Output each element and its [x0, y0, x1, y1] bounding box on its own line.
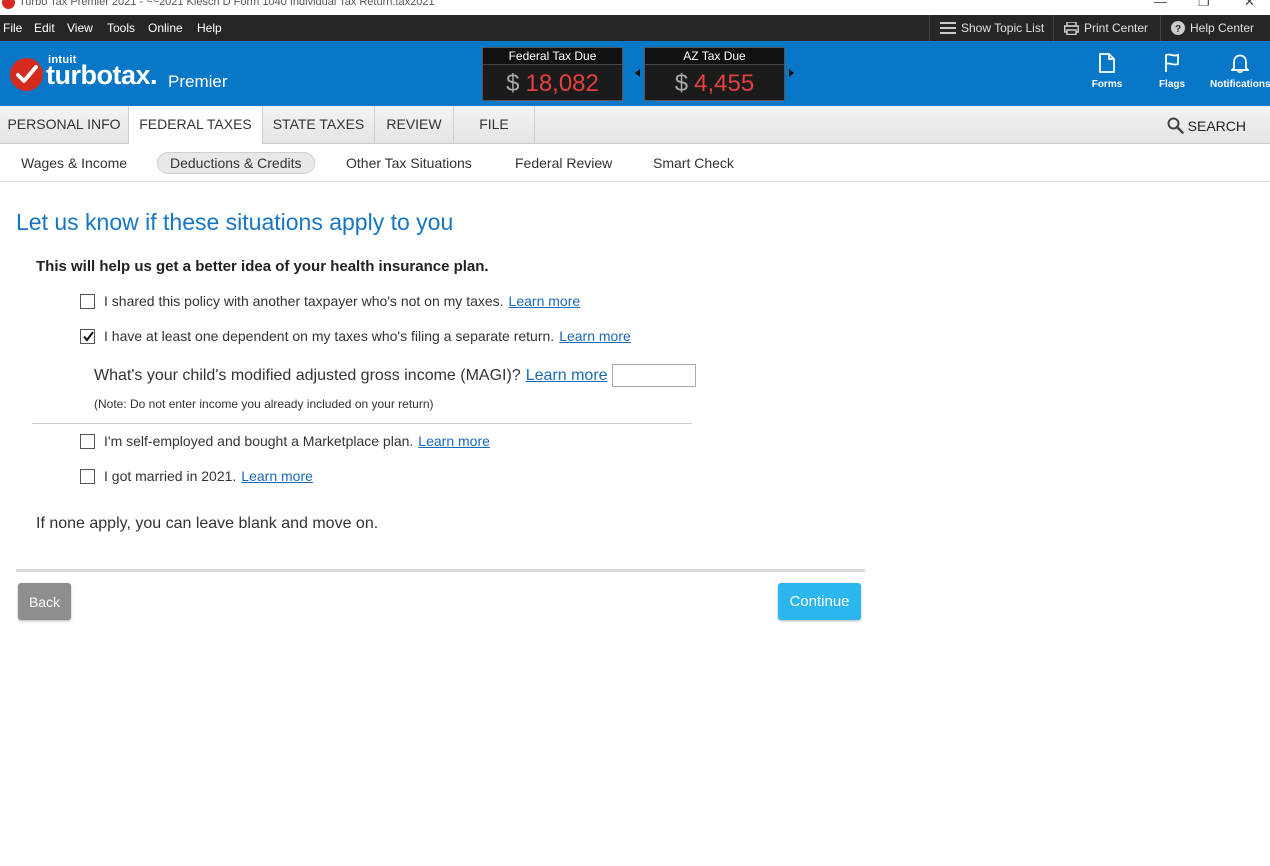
dependent-separate-return-label: I have at least one dependent on my taxe… — [104, 328, 555, 344]
help-icon: ? — [1171, 21, 1185, 35]
federal-currency: $ — [506, 70, 520, 97]
none-apply-text: If none apply, you can leave blank and m… — [36, 515, 379, 532]
shared-policy-checkbox[interactable] — [80, 293, 95, 309]
magi-question-row: What's your child's modified adjusted gr… — [94, 364, 696, 387]
subtab-other-tax-situations[interactable]: Other Tax Situations — [346, 153, 472, 175]
menu-online[interactable]: Online — [148, 21, 183, 35]
magi-learn-more-link[interactable]: Learn more — [526, 367, 608, 385]
got-married-label: I got married in 2021. — [104, 468, 237, 484]
print-center-button[interactable]: Print Center — [1053, 15, 1158, 41]
option-self-employed-marketplace[interactable]: I'm self-employed and bought a Marketpla… — [80, 433, 490, 449]
next-arrow-icon[interactable] — [789, 69, 794, 77]
sub-tabs: Wages & Income Deductions & Credits Othe… — [0, 144, 1270, 182]
notifications-button[interactable]: Notifications — [1210, 53, 1270, 90]
checkmark-icon — [83, 330, 94, 342]
continue-button[interactable]: Continue — [778, 583, 861, 620]
federal-tax-due-label: Federal Tax Due — [483, 48, 622, 65]
magi-input[interactable] — [611, 364, 696, 387]
federal-tax-due-amount: $18,082 — [483, 70, 622, 98]
magi-question-label: What's your child's modified adjusted gr… — [94, 366, 521, 384]
option-got-married[interactable]: I got married in 2021. Learn more — [80, 468, 313, 484]
prev-arrow-icon[interactable] — [635, 69, 640, 77]
subtab-smart-check[interactable]: Smart Check — [653, 153, 734, 175]
brand-name: turbotax — [46, 60, 151, 90]
show-topic-list-button[interactable]: Show Topic List — [929, 15, 1054, 41]
tab-federal-taxes[interactable]: FEDERAL TAXES — [129, 106, 263, 145]
window-title: Turbo Tax Premier 2021 - ~~2021 Klesch D… — [19, 0, 435, 8]
got-married-checkbox[interactable] — [80, 468, 95, 484]
brand-dot: . — [150, 60, 158, 90]
option-dependent-separate-return[interactable]: I have at least one dependent on my taxe… — [80, 328, 631, 344]
subtab-wages-income[interactable]: Wages & Income — [21, 153, 127, 175]
federal-amount-value: 18,082 — [525, 70, 599, 97]
flags-button[interactable]: Flags — [1142, 53, 1202, 90]
federal-tax-due-box[interactable]: Federal Tax Due $18,082 — [482, 47, 623, 101]
app-header: intuit turbotax. Premier Federal Tax Due… — [0, 41, 1270, 106]
self-employed-marketplace-label: I'm self-employed and bought a Marketpla… — [104, 433, 414, 449]
tab-state-taxes[interactable]: STATE TAXES — [263, 106, 375, 144]
section-divider — [32, 423, 692, 424]
menu-tools[interactable]: Tools — [107, 21, 135, 35]
shared-policy-label: I shared this policy with another taxpay… — [104, 293, 504, 309]
dependent-separate-return-checkbox[interactable] — [80, 328, 95, 344]
menu-view[interactable]: View — [67, 21, 93, 35]
help-center-button[interactable]: ? Help Center — [1160, 15, 1270, 41]
dependent-separate-return-learn-more-link[interactable]: Learn more — [559, 328, 631, 344]
main-tabs: PERSONAL INFO FEDERAL TAXES STATE TAXES … — [0, 106, 1270, 145]
self-employed-marketplace-learn-more-link[interactable]: Learn more — [418, 433, 490, 449]
notifications-label: Notifications — [1210, 79, 1270, 90]
list-icon — [940, 22, 956, 34]
close-icon[interactable]: ✕ — [1244, 0, 1255, 10]
search-label: SEARCH — [1187, 117, 1246, 134]
svg-text:?: ? — [1175, 24, 1181, 35]
footer-divider — [16, 569, 865, 572]
menubar: File Edit View Tools Online Help Show To… — [0, 15, 1270, 41]
self-employed-marketplace-checkbox[interactable] — [80, 433, 95, 449]
subtab-deductions-credits[interactable]: Deductions & Credits — [157, 152, 315, 174]
brand-turbotax: turbotax. — [46, 60, 158, 91]
forms-label: Forms — [1091, 79, 1123, 90]
minimize-icon[interactable]: — — [1154, 0, 1167, 9]
restore-icon[interactable]: ❐ — [1198, 0, 1210, 10]
menu-help[interactable]: Help — [197, 21, 222, 35]
menu-edit[interactable]: Edit — [34, 21, 55, 35]
got-married-learn-more-link[interactable]: Learn more — [241, 468, 313, 484]
back-button[interactable]: Back — [18, 583, 71, 620]
search-button[interactable]: SEARCH — [1167, 117, 1246, 134]
forms-button[interactable]: Forms — [1077, 53, 1137, 90]
show-topic-list-label: Show Topic List — [961, 21, 1045, 35]
subtab-federal-review[interactable]: Federal Review — [515, 153, 612, 175]
tab-personal-info[interactable]: PERSONAL INFO — [0, 106, 129, 144]
search-icon — [1167, 117, 1184, 134]
magi-note: (Note: Do not enter income you already i… — [94, 397, 434, 411]
tab-file[interactable]: FILE — [454, 106, 535, 144]
flags-label: Flags — [1158, 79, 1186, 90]
document-icon — [1099, 53, 1115, 73]
printer-icon — [1064, 21, 1079, 35]
tab-review[interactable]: REVIEW — [375, 106, 454, 144]
bell-icon — [1231, 54, 1249, 73]
flag-icon — [1165, 53, 1179, 72]
turbotax-check-icon — [10, 58, 43, 91]
page-title: Let us know if these situations apply to… — [16, 209, 454, 235]
shared-policy-learn-more-link[interactable]: Learn more — [509, 293, 581, 309]
state-tax-due-amount: $4,455 — [645, 70, 784, 98]
state-tax-due-label: AZ Tax Due — [645, 48, 784, 65]
page-subheading: This will help us get a better idea of y… — [36, 258, 489, 275]
brand-edition: Premier — [168, 72, 228, 91]
state-currency: $ — [674, 70, 689, 97]
help-center-label: Help Center — [1190, 21, 1255, 35]
option-shared-policy[interactable]: I shared this policy with another taxpay… — [80, 293, 580, 309]
menu-file[interactable]: File — [3, 21, 22, 35]
window-titlebar: Turbo Tax Premier 2021 - ~~2021 Klesch D… — [0, 0, 1270, 15]
app-logo-icon — [2, 0, 15, 9]
print-center-label: Print Center — [1084, 21, 1149, 35]
state-tax-due-box[interactable]: AZ Tax Due $4,455 — [644, 47, 785, 101]
state-amount-value: 4,455 — [694, 70, 755, 97]
